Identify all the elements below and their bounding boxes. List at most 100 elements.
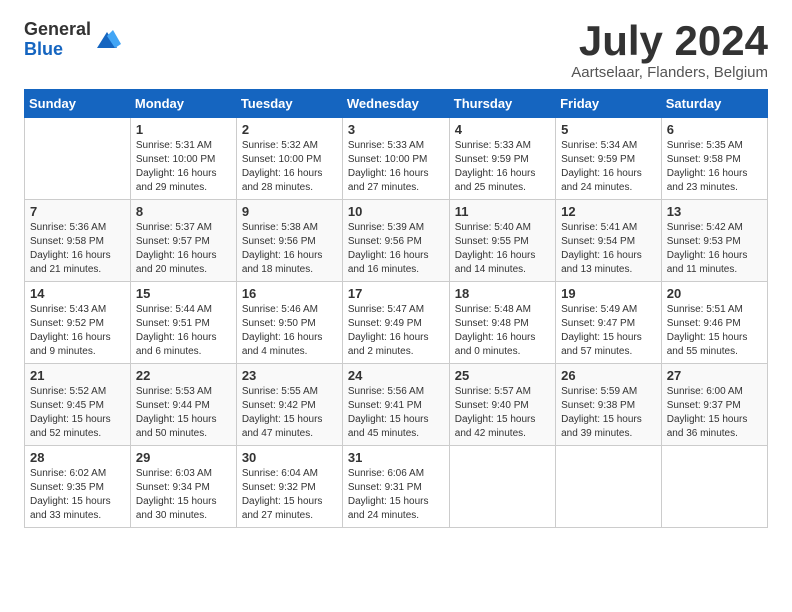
day-number: 25 [455, 368, 550, 383]
calendar-cell: 10Sunrise: 5:39 AM Sunset: 9:56 PM Dayli… [342, 200, 449, 282]
day-info: Sunrise: 5:31 AM Sunset: 10:00 PM Daylig… [136, 139, 231, 195]
day-number: 1 [136, 122, 231, 137]
calendar-cell: 1 Sunrise: 5:31 AM Sunset: 10:00 PM Dayli… [130, 118, 236, 200]
day-info: Sunrise: 5:36 AM Sunset: 9:58 PM Dayligh… [30, 221, 125, 277]
weekday-header-wednesday: Wednesday [342, 90, 449, 118]
day-info: Sunrise: 5:59 AM Sunset: 9:38 PM Dayligh… [561, 385, 656, 441]
day-info: Sunrise: 5:39 AM Sunset: 9:56 PM Dayligh… [348, 221, 444, 277]
day-info: Sunrise: 5:47 AM Sunset: 9:49 PM Dayligh… [348, 303, 444, 359]
day-info: Sunrise: 5:48 AM Sunset: 9:48 PM Dayligh… [455, 303, 550, 359]
weekday-header-monday: Monday [130, 90, 236, 118]
day-info: Sunrise: 6:06 AM Sunset: 9:31 PM Dayligh… [348, 467, 444, 523]
day-info: Sunrise: 5:52 AM Sunset: 9:45 PM Dayligh… [30, 385, 125, 441]
day-number: 30 [242, 450, 337, 465]
calendar-cell: 5 Sunrise: 5:34 AM Sunset: 9:59 PM Daylig… [556, 118, 662, 200]
day-info: Sunrise: 5:44 AM Sunset: 9:51 PM Dayligh… [136, 303, 231, 359]
calendar-cell: 2 Sunrise: 5:32 AM Sunset: 10:00 PM Dayli… [236, 118, 342, 200]
day-info: Sunrise: 5:32 AM Sunset: 10:00 PM Daylig… [242, 139, 337, 195]
day-number: 17 [348, 286, 444, 301]
day-number: 20 [667, 286, 762, 301]
day-number: 8 [136, 204, 231, 219]
day-info: Sunrise: 5:56 AM Sunset: 9:41 PM Dayligh… [348, 385, 444, 441]
location: Aartselaar, Flanders, Belgium [571, 64, 768, 81]
calendar-cell: 26 Sunrise: 5:59 AM Sunset: 9:38 PM Dayli… [556, 364, 662, 446]
calendar-week-4: 28Sunrise: 6:02 AM Sunset: 9:35 PM Dayli… [25, 446, 768, 528]
calendar-cell [661, 446, 767, 528]
day-number: 31 [348, 450, 444, 465]
day-number: 16 [242, 286, 337, 301]
calendar-cell: 20 Sunrise: 5:51 AM Sunset: 9:46 PM Dayli… [661, 282, 767, 364]
weekday-header-sunday: Sunday [25, 90, 131, 118]
day-number: 21 [30, 368, 125, 383]
calendar-cell: 24 Sunrise: 5:56 AM Sunset: 9:41 PM Dayli… [342, 364, 449, 446]
calendar-cell [449, 446, 555, 528]
calendar-week-1: 7 Sunrise: 5:36 AM Sunset: 9:58 PM Daylig… [25, 200, 768, 282]
day-number: 5 [561, 122, 656, 137]
calendar-cell: 18Sunrise: 5:48 AM Sunset: 9:48 PM Dayli… [449, 282, 555, 364]
calendar-cell: 4Sunrise: 5:33 AM Sunset: 9:59 PM Daylig… [449, 118, 555, 200]
day-info: Sunrise: 5:57 AM Sunset: 9:40 PM Dayligh… [455, 385, 550, 441]
calendar-body: 1 Sunrise: 5:31 AM Sunset: 10:00 PM Dayli… [25, 118, 768, 528]
day-number: 13 [667, 204, 762, 219]
day-number: 28 [30, 450, 125, 465]
weekday-header-row: SundayMondayTuesdayWednesdayThursdayFrid… [25, 90, 768, 118]
day-info: Sunrise: 5:51 AM Sunset: 9:46 PM Dayligh… [667, 303, 762, 359]
day-info: Sunrise: 6:00 AM Sunset: 9:37 PM Dayligh… [667, 385, 762, 441]
title-block: July 2024 Aartselaar, Flanders, Belgium [571, 20, 768, 81]
day-number: 26 [561, 368, 656, 383]
day-info: Sunrise: 5:42 AM Sunset: 9:53 PM Dayligh… [667, 221, 762, 277]
day-number: 7 [30, 204, 125, 219]
day-number: 6 [667, 122, 762, 137]
day-number: 19 [561, 286, 656, 301]
calendar-cell: 28Sunrise: 6:02 AM Sunset: 9:35 PM Dayli… [25, 446, 131, 528]
day-number: 22 [136, 368, 231, 383]
day-info: Sunrise: 5:37 AM Sunset: 9:57 PM Dayligh… [136, 221, 231, 277]
month-title: July 2024 [571, 20, 768, 62]
day-number: 12 [561, 204, 656, 219]
calendar-cell: 8 Sunrise: 5:37 AM Sunset: 9:57 PM Daylig… [130, 200, 236, 282]
day-info: Sunrise: 5:46 AM Sunset: 9:50 PM Dayligh… [242, 303, 337, 359]
calendar-cell [25, 118, 131, 200]
day-number: 24 [348, 368, 444, 383]
calendar-cell: 29 Sunrise: 6:03 AM Sunset: 9:34 PM Dayli… [130, 446, 236, 528]
day-number: 14 [30, 286, 125, 301]
calendar-cell: 25 Sunrise: 5:57 AM Sunset: 9:40 PM Dayli… [449, 364, 555, 446]
calendar-header: SundayMondayTuesdayWednesdayThursdayFrid… [25, 90, 768, 118]
day-info: Sunrise: 5:49 AM Sunset: 9:47 PM Dayligh… [561, 303, 656, 359]
day-number: 23 [242, 368, 337, 383]
calendar-cell: 16 Sunrise: 5:46 AM Sunset: 9:50 PM Dayli… [236, 282, 342, 364]
calendar-table: SundayMondayTuesdayWednesdayThursdayFrid… [24, 89, 768, 528]
day-info: Sunrise: 6:03 AM Sunset: 9:34 PM Dayligh… [136, 467, 231, 523]
calendar-cell: 11Sunrise: 5:40 AM Sunset: 9:55 PM Dayli… [449, 200, 555, 282]
calendar-cell: 17 Sunrise: 5:47 AM Sunset: 9:49 PM Dayli… [342, 282, 449, 364]
calendar-week-2: 14Sunrise: 5:43 AM Sunset: 9:52 PM Dayli… [25, 282, 768, 364]
calendar-cell [556, 446, 662, 528]
logo-blue: Blue [24, 40, 91, 60]
day-info: Sunrise: 5:38 AM Sunset: 9:56 PM Dayligh… [242, 221, 337, 277]
calendar-week-0: 1 Sunrise: 5:31 AM Sunset: 10:00 PM Dayli… [25, 118, 768, 200]
logo-general: General [24, 20, 91, 40]
calendar-cell: 3Sunrise: 5:33 AM Sunset: 10:00 PM Dayli… [342, 118, 449, 200]
day-info: Sunrise: 5:41 AM Sunset: 9:54 PM Dayligh… [561, 221, 656, 277]
day-info: Sunrise: 5:55 AM Sunset: 9:42 PM Dayligh… [242, 385, 337, 441]
calendar-cell: 13 Sunrise: 5:42 AM Sunset: 9:53 PM Dayli… [661, 200, 767, 282]
day-number: 3 [348, 122, 444, 137]
day-number: 9 [242, 204, 337, 219]
day-info: Sunrise: 5:34 AM Sunset: 9:59 PM Dayligh… [561, 139, 656, 195]
calendar-cell: 6 Sunrise: 5:35 AM Sunset: 9:58 PM Daylig… [661, 118, 767, 200]
calendar-week-3: 21 Sunrise: 5:52 AM Sunset: 9:45 PM Dayli… [25, 364, 768, 446]
weekday-header-friday: Friday [556, 90, 662, 118]
day-number: 15 [136, 286, 231, 301]
day-number: 11 [455, 204, 550, 219]
day-number: 2 [242, 122, 337, 137]
calendar-cell: 7 Sunrise: 5:36 AM Sunset: 9:58 PM Daylig… [25, 200, 131, 282]
calendar-cell: 23 Sunrise: 5:55 AM Sunset: 9:42 PM Dayli… [236, 364, 342, 446]
calendar-cell: 14Sunrise: 5:43 AM Sunset: 9:52 PM Dayli… [25, 282, 131, 364]
calendar-cell: 9 Sunrise: 5:38 AM Sunset: 9:56 PM Daylig… [236, 200, 342, 282]
calendar-cell: 15 Sunrise: 5:44 AM Sunset: 9:51 PM Dayli… [130, 282, 236, 364]
day-info: Sunrise: 5:35 AM Sunset: 9:58 PM Dayligh… [667, 139, 762, 195]
weekday-header-saturday: Saturday [661, 90, 767, 118]
calendar-cell: 22Sunrise: 5:53 AM Sunset: 9:44 PM Dayli… [130, 364, 236, 446]
day-number: 29 [136, 450, 231, 465]
weekday-header-thursday: Thursday [449, 90, 555, 118]
